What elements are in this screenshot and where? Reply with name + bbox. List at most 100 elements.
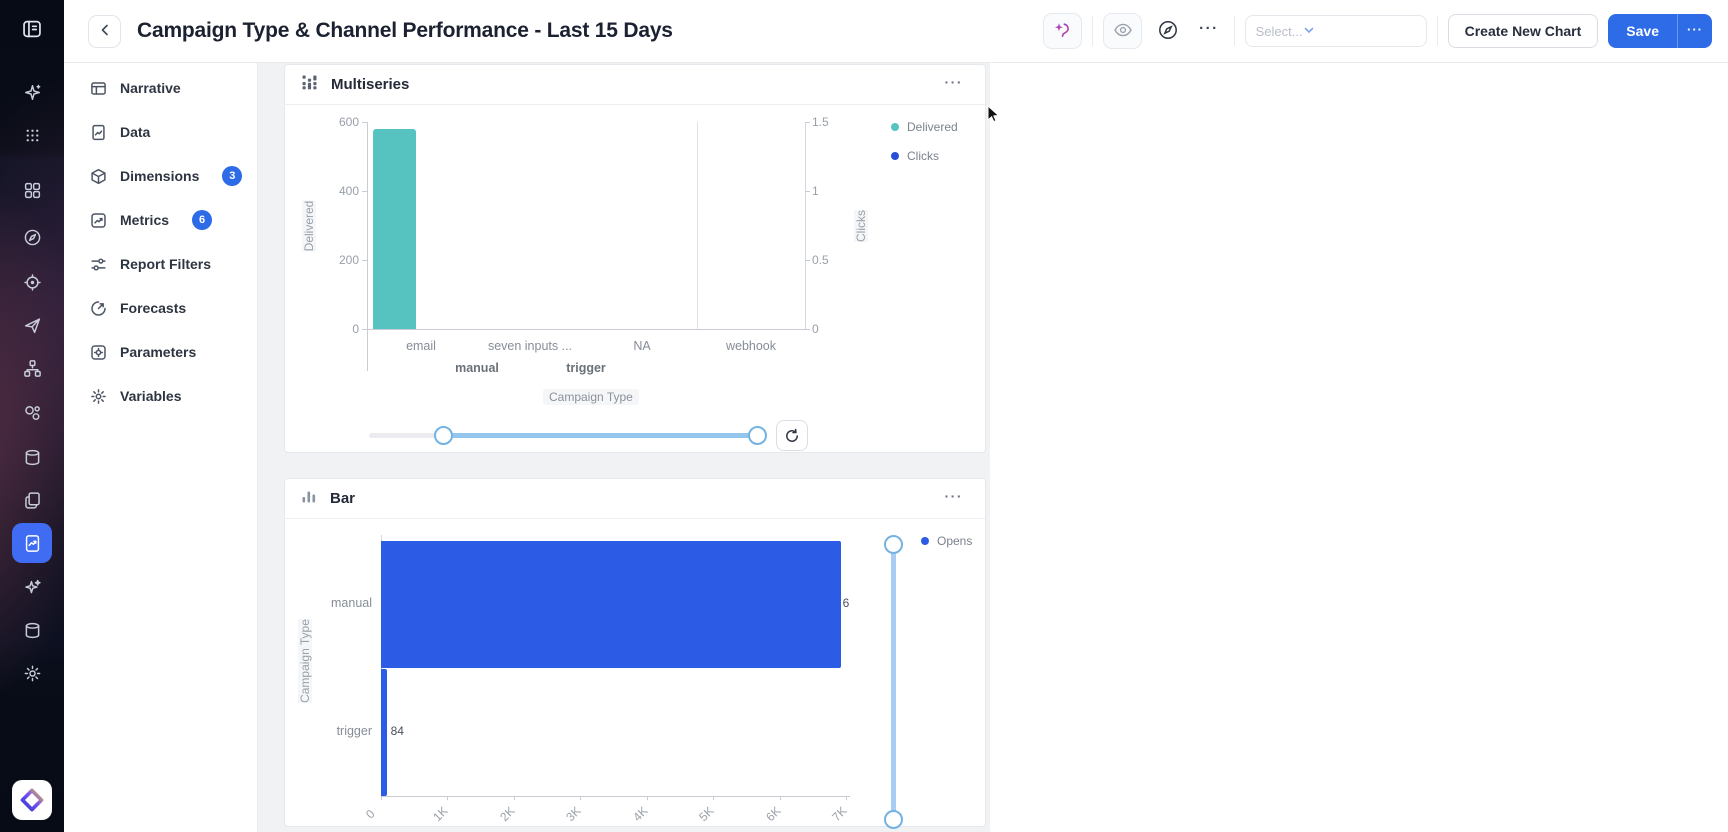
rail-icon-apps-grid[interactable]: [12, 115, 52, 155]
legend-label: Delivered: [907, 120, 958, 134]
metrics-icon: [90, 212, 107, 229]
slider-track-active[interactable]: [443, 433, 757, 438]
slider-track-inactive[interactable]: [369, 433, 443, 438]
rail-icon-chart-doc[interactable]: [12, 523, 52, 563]
select-dropdown[interactable]: Select...: [1245, 15, 1427, 47]
legend-item-clicks[interactable]: Clicks: [891, 149, 939, 163]
sidebar-item-narrative[interactable]: Narrative: [64, 66, 257, 110]
y-axis-tick-label: 1: [812, 184, 819, 198]
rail-icon-settings[interactable]: [12, 653, 52, 693]
bar-trigger[interactable]: [381, 669, 387, 796]
legend-item-delivered[interactable]: Delivered: [891, 120, 958, 134]
rail-icon-dashboard[interactable]: [12, 170, 52, 210]
sidebar-item-data[interactable]: Data: [64, 110, 257, 154]
sidebar-item-variables[interactable]: Variables: [64, 374, 257, 418]
rail-icon-ai-sparkle[interactable]: [12, 72, 52, 112]
tick-mark: [514, 796, 515, 800]
legend-dot: [891, 123, 899, 131]
rail-icon-sparkles[interactable]: [12, 567, 52, 607]
sidebar-item-label: Forecasts: [120, 300, 186, 316]
x-category-label: NA: [582, 339, 702, 353]
legend-item-opens[interactable]: Opens: [921, 534, 972, 548]
slider-handle-end[interactable]: [748, 426, 767, 445]
count-badge: 6: [192, 210, 212, 230]
rail-icon-database[interactable]: [12, 437, 52, 477]
save-button-group: Save ···: [1608, 14, 1712, 48]
refresh-button[interactable]: [776, 420, 808, 451]
create-new-chart-button[interactable]: Create New Chart: [1448, 14, 1599, 48]
ai-assistant-button[interactable]: [1043, 13, 1082, 49]
rail-icon-database[interactable]: [12, 610, 52, 650]
more-options-button[interactable]: ···: [1194, 13, 1224, 49]
sidebar-item-dimensions[interactable]: Dimensions3: [64, 154, 257, 198]
x-group-label: manual: [417, 361, 537, 375]
tick-mark: [447, 796, 448, 800]
y-axis-name-right: Clicks: [854, 210, 868, 242]
save-button[interactable]: Save: [1608, 14, 1677, 48]
bar-delivered-email[interactable]: [373, 129, 416, 329]
divider: [1234, 16, 1235, 46]
x-axis-baseline: [367, 329, 805, 330]
rail-icon-bubbles[interactable]: [12, 393, 52, 433]
sidebar-item-metrics[interactable]: Metrics 6: [64, 198, 257, 242]
app-logo-icon[interactable]: [21, 18, 43, 40]
sidebar-item-label: Variables: [120, 388, 182, 404]
refresh-icon: [784, 428, 800, 444]
compass-icon: [1157, 19, 1179, 44]
sidebar-item-label: Parameters: [120, 344, 196, 360]
rail-icon-hierarchy[interactable]: [12, 348, 52, 388]
card-header: Multiseries ···: [285, 65, 985, 105]
topbar: Campaign Type & Channel Performance - La…: [64, 0, 1728, 63]
rail-icon-send[interactable]: [12, 305, 52, 345]
select-placeholder: Select...: [1256, 24, 1303, 39]
left-rail: [0, 0, 64, 832]
ai-sparkle-pen-icon: [1052, 19, 1074, 44]
tick-mark: [805, 329, 810, 330]
y-axis-tick-label: 0: [812, 322, 819, 336]
tick-mark: [805, 122, 810, 123]
divider: [1437, 16, 1438, 46]
tick-mark: [362, 260, 367, 261]
v-slider-track[interactable]: [891, 545, 896, 819]
y-axis-left: [367, 122, 368, 371]
x-axis-tick-label: 2K: [497, 804, 517, 824]
save-more-button[interactable]: ···: [1677, 14, 1712, 48]
tick-mark: [362, 191, 367, 192]
back-button[interactable]: [88, 15, 121, 48]
bar-manual[interactable]: [381, 541, 841, 668]
tick-mark: [780, 796, 781, 800]
y-axis-tick-label: 600: [313, 115, 359, 129]
chart-canvas: Multiseries ··· 020040060000.511.5emails…: [258, 63, 990, 832]
sidebar-item-parameters[interactable]: Parameters: [64, 330, 257, 374]
card-menu-button[interactable]: ···: [939, 487, 970, 510]
sidebar-item-label: Data: [120, 124, 150, 140]
card-menu-button[interactable]: ···: [939, 73, 970, 96]
chevron-left-icon: [98, 23, 112, 40]
y-axis-right: [805, 122, 806, 329]
count-badge: 3: [222, 166, 242, 186]
rail-icon-compass[interactable]: [12, 217, 52, 257]
x-axis-tick-label: 5K: [696, 804, 716, 824]
rail-icon-target[interactable]: [12, 262, 52, 302]
y-axis-tick-label: 1.5: [812, 115, 829, 129]
tick-mark: [805, 191, 810, 192]
sidebar-item-label: Metrics: [120, 212, 169, 228]
explore-compass-button[interactable]: [1152, 13, 1184, 49]
slider-handle-start[interactable]: [434, 426, 453, 445]
y-category-label: trigger: [292, 724, 372, 738]
x-category-label: email: [361, 339, 481, 353]
v-slider-handle-bottom[interactable]: [884, 810, 903, 829]
tick-mark: [381, 796, 382, 800]
y-axis-name-left: Delivered: [302, 201, 316, 252]
multiseries-card: Multiseries ··· 020040060000.511.5emails…: [284, 64, 986, 453]
sidebar-item-forecasts[interactable]: Forecasts: [64, 286, 257, 330]
x-axis-tick-label: 7K: [829, 804, 849, 824]
tick-mark: [580, 796, 581, 800]
rail-icon-pages[interactable]: [12, 480, 52, 520]
v-slider-handle-top[interactable]: [884, 535, 903, 554]
legend-dot: [921, 537, 929, 545]
preview-eye-button[interactable]: [1103, 13, 1142, 49]
x-axis-tick-label: 0: [363, 807, 378, 822]
sidebar-item-report-filters[interactable]: Report Filters: [64, 242, 257, 286]
eye-icon: [1113, 20, 1133, 43]
